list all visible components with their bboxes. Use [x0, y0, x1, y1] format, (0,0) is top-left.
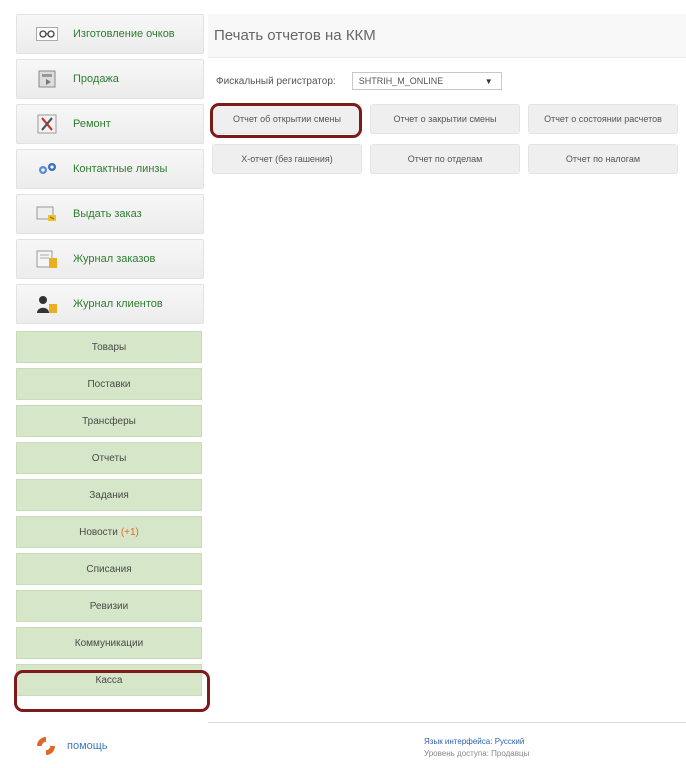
section-label: Ревизии — [89, 600, 129, 612]
registrar-row: Фискальный регистратор: SHTRIH_M_ONLINE … — [208, 72, 686, 90]
sidebar: Изготовление очков Продажа Ремонт Контак… — [16, 14, 204, 701]
section-label: Отчеты — [91, 452, 127, 464]
nav-label: Выдать заказ — [73, 208, 142, 220]
nav-sale[interactable]: Продажа — [16, 59, 204, 99]
taxes-report-button[interactable]: Отчет по налогам — [528, 144, 678, 174]
access-label: Уровень доступа: — [424, 749, 489, 758]
shift-open-report-button[interactable]: Отчет об открытии смены — [212, 104, 362, 134]
nav-label: Ремонт — [73, 118, 111, 130]
button-label: X-отчет (без гашения) — [241, 154, 333, 164]
registrar-select[interactable]: SHTRIH_M_ONLINE ▼ — [351, 72, 502, 90]
access-line: Уровень доступа: Продавцы — [424, 748, 529, 760]
help-link[interactable]: помощь — [35, 735, 108, 757]
x-report-button[interactable]: X-отчет (без гашения) — [212, 144, 362, 174]
nav-orders-journal[interactable]: Журнал заказов — [16, 239, 204, 279]
section-label: Поставки — [87, 378, 131, 390]
section-label: Списания — [86, 563, 132, 575]
button-label: Отчет о закрытии смены — [393, 114, 497, 124]
tools-icon — [35, 114, 59, 134]
nav-label: Журнал клиентов — [73, 298, 163, 310]
section-news[interactable]: Новости (+1) — [16, 516, 202, 548]
button-label: Отчет об открытии смены — [233, 114, 341, 124]
section-label: Новости — [79, 526, 118, 538]
departments-report-button[interactable]: Отчет по отделам — [370, 144, 520, 174]
button-label: Отчет по налогам — [565, 154, 641, 164]
news-count-badge: (+1) — [120, 526, 139, 538]
give-order-icon — [35, 204, 59, 224]
section-cashbox[interactable]: Касса — [16, 664, 202, 696]
footer-divider — [208, 722, 686, 723]
section-supplies[interactable]: Поставки — [16, 368, 202, 400]
section-label: Задания — [89, 489, 129, 501]
settlement-status-report-button[interactable]: Отчет о состоянии расчетов — [528, 104, 678, 134]
language-line: Язык интерфейса: Русский — [424, 736, 529, 748]
access-value: Продавцы — [491, 749, 530, 758]
section-goods[interactable]: Товары — [16, 331, 202, 363]
glasses-icon — [35, 24, 59, 44]
page-title: Печать отчетов на ККМ — [214, 27, 376, 44]
nav-glasses-making[interactable]: Изготовление очков — [16, 14, 204, 54]
language-label: Язык интерфейса: — [424, 737, 493, 746]
section-writeoffs[interactable]: Списания — [16, 553, 202, 585]
nav-label: Продажа — [73, 73, 119, 85]
section-transfers[interactable]: Трансферы — [16, 405, 202, 437]
orders-journal-icon — [35, 249, 59, 269]
nav-label: Журнал заказов — [73, 253, 156, 265]
clients-journal-icon — [35, 294, 59, 314]
section-label: Коммуникации — [74, 637, 144, 649]
page-title-bar: Печать отчетов на ККМ — [208, 14, 686, 58]
section-audits[interactable]: Ревизии — [16, 590, 202, 622]
button-label: Отчет о состоянии расчетов — [544, 114, 662, 124]
footer-info: Язык интерфейса: Русский Уровень доступа… — [424, 736, 529, 760]
sale-icon — [35, 69, 59, 89]
section-label: Товары — [91, 341, 127, 353]
section-label: Трансферы — [82, 415, 136, 427]
nav-label: Контактные линзы — [73, 163, 168, 175]
chevron-down-icon: ▼ — [484, 76, 493, 86]
registrar-label: Фискальный регистратор: — [216, 75, 336, 87]
nav-clients-journal[interactable]: Журнал клиентов — [16, 284, 204, 324]
button-label: Отчет по отделам — [407, 154, 483, 164]
nav-give-order[interactable]: Выдать заказ — [16, 194, 204, 234]
nav-repair[interactable]: Ремонт — [16, 104, 204, 144]
language-value[interactable]: Русский — [495, 737, 525, 746]
main-panel: Печать отчетов на ККМ Фискальный регистр… — [208, 14, 686, 174]
contact-lenses-icon — [35, 159, 59, 179]
nav-label: Изготовление очков — [73, 28, 175, 40]
section-tasks[interactable]: Задания — [16, 479, 202, 511]
registrar-value: SHTRIH_M_ONLINE — [358, 76, 444, 86]
section-communications[interactable]: Коммуникации — [16, 627, 202, 659]
report-buttons: Отчет об открытии смены Отчет о закрытии… — [212, 104, 678, 174]
nav-contact-lenses[interactable]: Контактные линзы — [16, 149, 204, 189]
section-reports[interactable]: Отчеты — [16, 442, 202, 474]
shift-close-report-button[interactable]: Отчет о закрытии смены — [370, 104, 520, 134]
section-label: Касса — [95, 674, 123, 686]
help-label: помощь — [67, 740, 108, 752]
lifebuoy-icon — [35, 735, 57, 757]
